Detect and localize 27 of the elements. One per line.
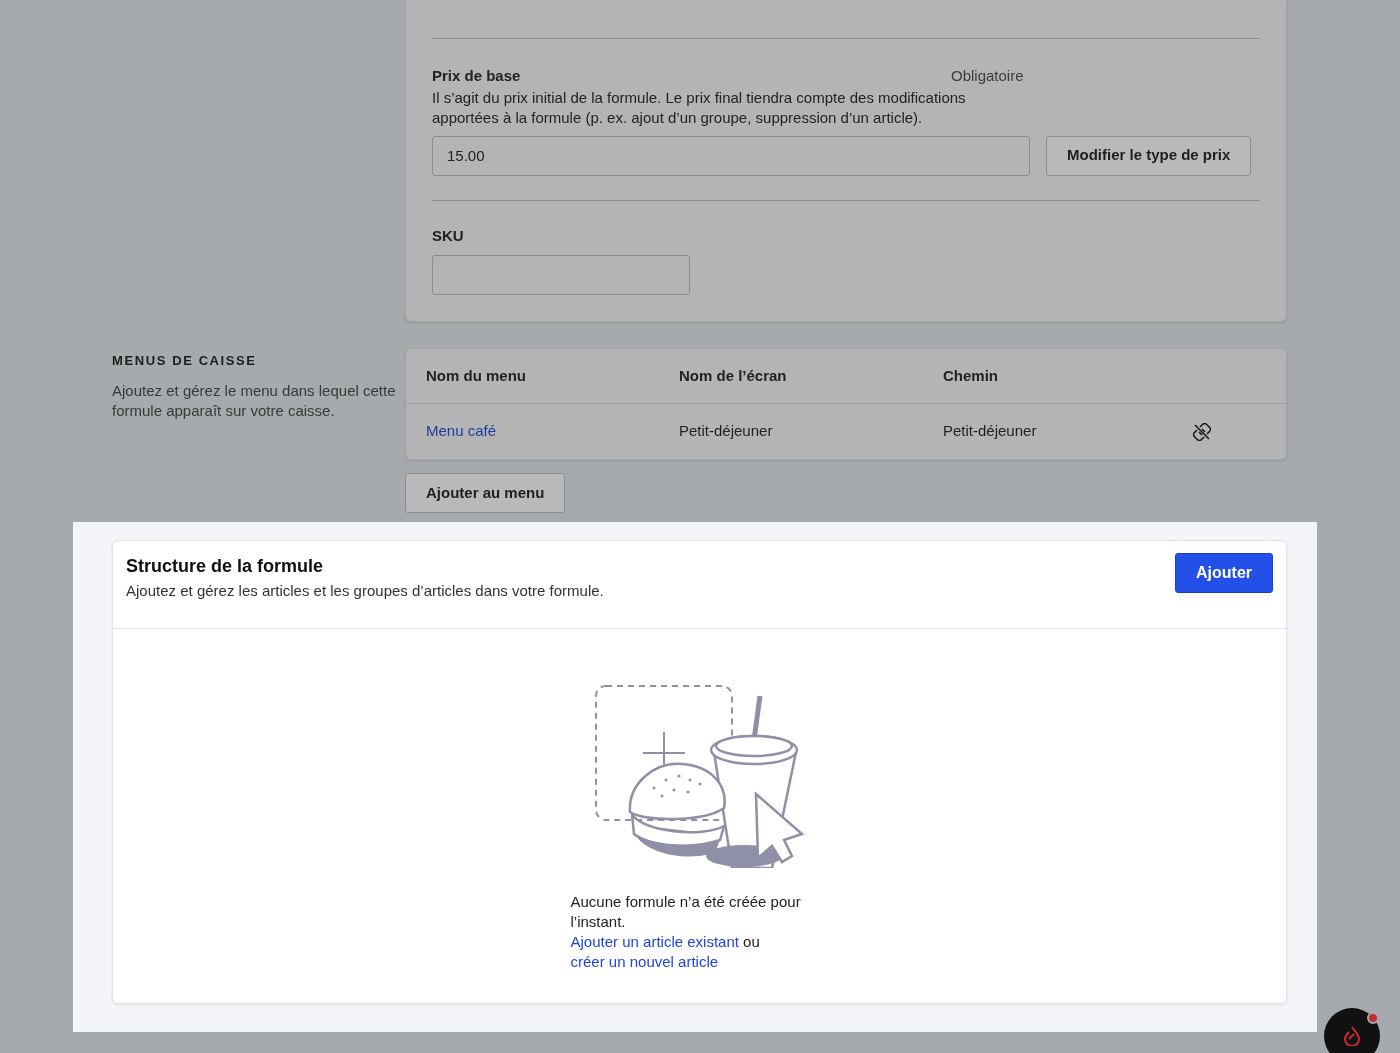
field-label: SKU [432, 225, 465, 246]
card-title: Structure de la formule [126, 555, 325, 578]
unlink-icon[interactable] [1193, 422, 1211, 441]
table-cell-text: Petit-déjeuner [943, 421, 1038, 442]
section-description: Ajoutez et gérez le menu dans lequel cette formule apparaît sur votre caisse. [112, 380, 397, 421]
sku-input[interactable] [432, 255, 690, 295]
required-label: Obligatoire [951, 66, 1024, 86]
empty-message: Aucune formule n’a été créée pour l’instant. [570, 891, 802, 932]
card-subtitle: Ajoutez et gérez les articles et les groupes d’articles dans votre formule. [126, 581, 604, 601]
table-cell-text: Petit-déjeuner [679, 421, 774, 442]
add-button[interactable]: Ajouter [1175, 553, 1273, 593]
field-label: Prix de base [432, 66, 522, 86]
menu-link[interactable]: Menu café [426, 420, 679, 443]
flame-icon [1344, 1026, 1360, 1046]
price-input[interactable]: 15.00 [432, 135, 1030, 176]
column-header: Nom du menu [426, 365, 527, 386]
notification-dot [1367, 1012, 1379, 1024]
chat-button[interactable] [1324, 1008, 1380, 1053]
add-item-prompt: Ajouter un article existant ou créer un nouvel article [570, 931, 761, 972]
column-header: Nom de l’écran [679, 365, 788, 386]
new-item-link[interactable]: créer un nouvel article [570, 952, 719, 970]
field-description: Il s’agit du prix initial de la formule. Le prix final tiendra compte des modifications apportées à la formule (p. ex. ajout d’un groupe, suppression d’un article). [432, 87, 967, 128]
change-price-type-button[interactable]: Modifier le type de prix [1046, 135, 1252, 176]
section-caption: MENUS DE CAISSE [112, 352, 258, 370]
add-to-menu-button[interactable]: Ajouter au menu [405, 473, 566, 513]
column-header: Chemin [943, 365, 999, 386]
existing-item-link[interactable]: Ajouter un article existant [570, 932, 739, 950]
